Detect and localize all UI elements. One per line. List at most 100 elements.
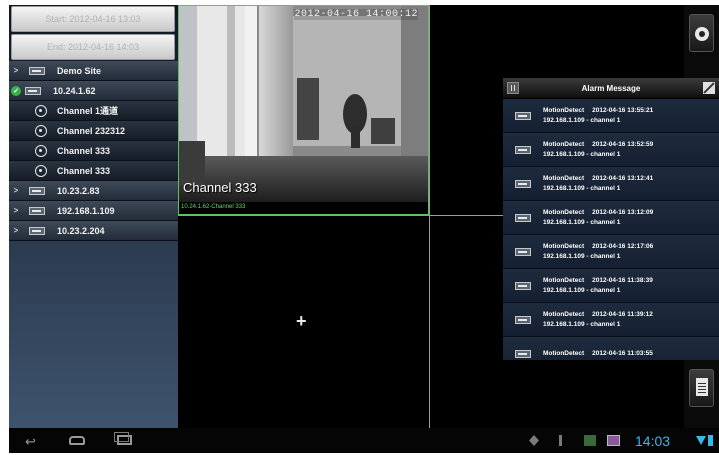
alarm-event: MotionDetect <box>543 140 585 148</box>
alarm-time: 2012-04-16 11:03:55 <box>592 349 653 357</box>
gallery-notification-icon <box>607 435 620 446</box>
camera-icon <box>35 164 47 177</box>
tree-site-192-168-1-109[interactable]: > 192.168.1.109 <box>9 201 178 221</box>
alarm-item[interactable]: MotionDetect 2012-04-16 12:17:06 192.168.… <box>503 235 719 269</box>
tree-site-label: 10.23.2.83 <box>57 185 100 196</box>
alarm-time: 2012-04-16 13:12:41 <box>592 174 654 182</box>
dvr-device-icon <box>515 145 531 154</box>
alarm-time: 2012-04-16 11:38:39 <box>592 276 653 284</box>
alarm-item[interactable]: MotionDetect 2012-04-16 11:39:12 192.168.… <box>503 303 719 337</box>
dvr-device-icon <box>29 66 45 75</box>
start-time-button[interactable]: Start: 2012-04-16 13:03 <box>11 6 175 32</box>
tree-channel[interactable]: Channel 333 <box>9 141 178 161</box>
alarm-item[interactable]: MotionDetect 2012-04-16 11:03:55 <box>503 337 719 360</box>
tree-site-10-23-2-83[interactable]: > 10.23.2.83 <box>9 181 178 201</box>
alarm-source: 192.168.1.109 - channel 1 <box>543 218 621 226</box>
alarm-event: MotionDetect <box>543 242 585 250</box>
debug-icon <box>559 435 562 446</box>
tree-site-label: Demo Site <box>57 65 102 76</box>
home-icon[interactable] <box>69 436 85 445</box>
battery-icon <box>708 435 713 446</box>
alarm-source: 192.168.1.109 - channel 1 <box>543 252 621 260</box>
alarm-event: MotionDetect <box>543 349 585 357</box>
tree-site-demo-site[interactable]: > Demo Site <box>9 61 178 81</box>
document-icon <box>696 378 708 396</box>
alarm-item[interactable]: MotionDetect 2012-04-16 13:52:59 192.168.… <box>503 133 719 167</box>
tree-channel-label: Channel 1通道 <box>57 106 119 116</box>
wifi-signal-icon <box>696 436 706 445</box>
edit-icon[interactable] <box>702 82 715 94</box>
dvr-device-icon <box>29 226 45 235</box>
expanded-check-icon: ✓ <box>11 85 21 96</box>
status-clock: 14:03 <box>635 433 671 449</box>
dvr-device-icon <box>515 315 531 324</box>
delete-icon[interactable] <box>507 82 519 94</box>
camera-icon <box>35 124 47 137</box>
alarm-event: MotionDetect <box>543 174 585 182</box>
video-timestamp: 2012-04-16 14:00:12 <box>294 9 418 20</box>
video-source-label: 10.24.1.62-Channel 333 <box>181 204 246 210</box>
video-channel-name: Channel 333 <box>183 180 257 195</box>
dvr-device-icon <box>515 179 531 188</box>
dvr-device-icon <box>515 247 531 256</box>
tree-channel[interactable]: Channel 333 <box>9 161 178 181</box>
tree-channel[interactable]: Channel 1通道 <box>9 101 178 121</box>
dvr-device-icon <box>515 111 531 120</box>
alarm-time: 2012-04-16 11:39:12 <box>592 310 653 318</box>
recent-apps-icon[interactable] <box>114 432 132 445</box>
alarm-source: 192.168.1.109 - channel 1 <box>543 184 621 192</box>
alarm-source: 192.168.1.109 - channel 1 <box>543 320 621 328</box>
alarm-source: 192.168.1.109 - channel 1 <box>543 150 621 158</box>
chevron-right-icon: > <box>13 206 19 215</box>
camera-feed-image <box>179 6 428 202</box>
settings-button[interactable] <box>689 14 714 52</box>
alarm-event: MotionDetect <box>543 208 585 216</box>
tree-site-10-23-2-204[interactable]: > 10.23.2.204 <box>9 221 178 241</box>
alarm-message-panel: Alarm Message MotionDetect 2012-04-16 13:… <box>503 78 719 360</box>
dvr-device-icon <box>515 213 531 222</box>
tree-site-label: 10.24.1.62 <box>53 85 96 96</box>
alarm-time: 2012-04-16 13:55:21 <box>592 106 654 114</box>
tree-site-10-24-1-62[interactable]: ✓ 10.24.1.62 <box>9 81 178 101</box>
back-icon[interactable]: ↩ <box>25 434 36 450</box>
alarm-time: 2012-04-16 13:12:09 <box>592 208 654 216</box>
alarm-source: 192.168.1.109 - channel 1 <box>543 286 621 294</box>
video-cell-selected[interactable]: 2012-04-16 14:00:12 Channel 333 10.24.1.… <box>178 5 429 215</box>
alarm-item[interactable]: MotionDetect 2012-04-16 11:38:39 192.168.… <box>503 269 719 303</box>
alarm-time: 2012-04-16 13:52:59 <box>592 140 654 148</box>
dvr-device-icon <box>25 86 41 95</box>
device-tree: > Demo Site ✓ 10.24.1.62 Channel 1通道 Cha… <box>9 61 178 241</box>
alarm-item[interactable]: MotionDetect 2012-04-16 13:12:41 192.168.… <box>503 167 719 201</box>
video-cell-empty[interactable] <box>178 216 429 428</box>
app-notification-icon <box>584 435 596 446</box>
tree-channel[interactable]: Channel 232312 <box>9 121 178 141</box>
camera-icon <box>35 104 47 117</box>
dvr-device-icon <box>515 349 531 358</box>
dvr-device-icon <box>515 281 531 290</box>
dvr-device-icon <box>29 186 45 195</box>
chevron-right-icon: > <box>13 186 19 195</box>
alarm-event: MotionDetect <box>543 276 585 284</box>
app-window: Start: 2012-04-16 13:03 End: 2012-04-16 … <box>9 5 719 453</box>
system-navigation-bar: ↩ 14:03 <box>9 428 719 453</box>
alarm-panel-title: Alarm Message <box>581 83 641 93</box>
tree-channel-label: Channel 333 <box>57 145 111 156</box>
alarm-event: MotionDetect <box>543 310 585 318</box>
alarm-time: 2012-04-16 12:17:06 <box>592 242 654 250</box>
dvr-device-icon <box>29 206 45 215</box>
end-time-button[interactable]: End: 2012-04-16 14:03 <box>11 34 175 60</box>
camera-icon <box>35 144 47 157</box>
device-tree-panel: Start: 2012-04-16 13:03 End: 2012-04-16 … <box>9 5 178 428</box>
tree-site-label: 10.23.2.204 <box>57 225 105 236</box>
settings-gear-icon <box>695 27 709 41</box>
usb-icon <box>529 435 539 446</box>
tree-channel-label: Channel 232312 <box>57 125 126 136</box>
document-button[interactable] <box>689 369 714 407</box>
alarm-panel-header: Alarm Message <box>503 78 719 99</box>
alarm-item[interactable]: MotionDetect 2012-04-16 13:55:21 192.168.… <box>503 99 719 133</box>
chevron-right-icon: > <box>13 66 19 75</box>
alarm-source: 192.168.1.109 - channel 1 <box>543 116 621 124</box>
tree-channel-label: Channel 333 <box>57 165 111 176</box>
alarm-item[interactable]: MotionDetect 2012-04-16 13:12:09 192.168.… <box>503 201 719 235</box>
chevron-right-icon: > <box>13 226 19 235</box>
